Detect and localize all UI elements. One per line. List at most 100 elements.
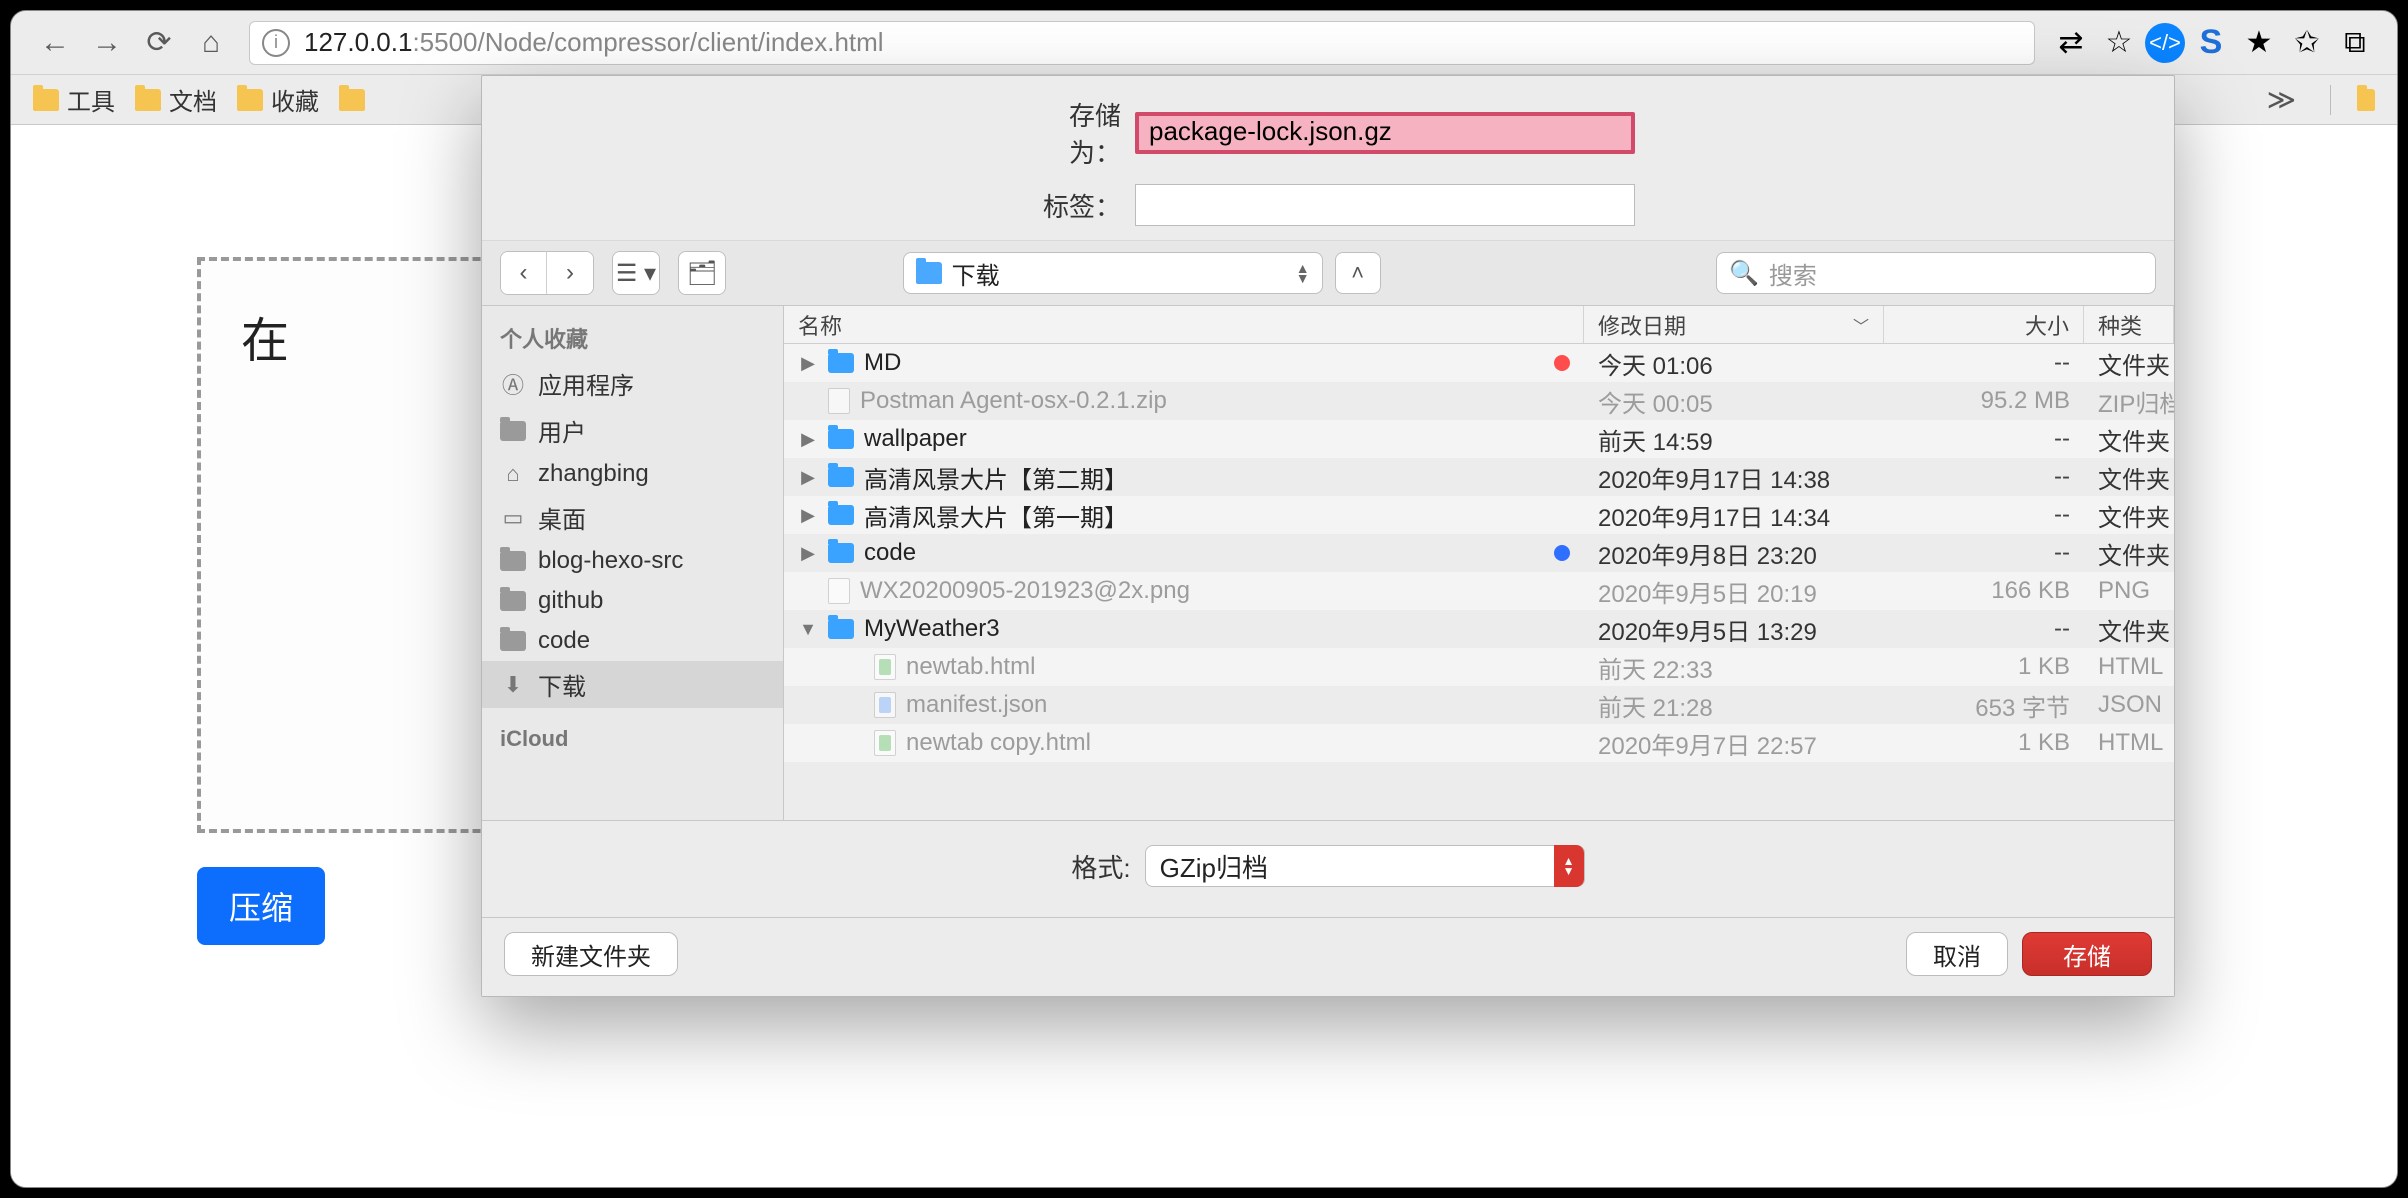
column-kind[interactable]: 种类: [2084, 306, 2174, 343]
sidebar-item[interactable]: blog-hexo-src: [482, 541, 783, 581]
sidebar-item[interactable]: github: [482, 581, 783, 621]
tag-dot-icon: [1554, 545, 1570, 561]
file-name: MyWeather3: [864, 615, 1000, 643]
folder-icon: [828, 429, 854, 449]
bookmarks-overflow-icon[interactable]: ≫: [2267, 83, 2304, 116]
address-bar[interactable]: i 127.0.0.1:5500/Node/compressor/client/…: [249, 21, 2035, 65]
document-icon: [828, 578, 850, 604]
sidebar-item[interactable]: ⬇下载: [482, 661, 783, 708]
file-name: WX20200905-201923@2x.png: [860, 577, 1190, 605]
file-row[interactable]: ▼MyWeather32020年9月5日 13:29--文件夹: [784, 610, 2174, 648]
disclosure-triangle-icon[interactable]: ▶: [798, 505, 818, 526]
folder-icon: [916, 262, 942, 284]
file-row[interactable]: Postman Agent-osx-0.2.1.zip今天 00:0595.2 …: [784, 382, 2174, 420]
tag-dot-icon: [1554, 355, 1570, 371]
file-date: 2020年9月5日 13:29: [1584, 612, 1884, 647]
file-row[interactable]: manifest.json前天 21:28653 字节JSON: [784, 686, 2174, 724]
url-text: 127.0.0.1:5500/Node/compressor/client/in…: [304, 27, 884, 58]
file-row[interactable]: WX20200905-201923@2x.png2020年9月5日 20:191…: [784, 572, 2174, 610]
location-select[interactable]: 下载 ▲▼: [903, 252, 1323, 294]
save-as-input[interactable]: package-lock.json.gz: [1135, 112, 1635, 154]
file-date: 前天 14:59: [1584, 422, 1884, 457]
search-input[interactable]: 🔍 搜索: [1716, 252, 2156, 294]
bookmark-folder[interactable]: 工具: [33, 82, 115, 117]
collapse-button[interactable]: ˄: [1335, 252, 1381, 294]
extension-star-icon[interactable]: ★: [2237, 21, 2281, 65]
new-folder-button[interactable]: 新建文件夹: [504, 932, 678, 976]
group-button[interactable]: 🗂: [678, 251, 726, 295]
disclosure-triangle-icon[interactable]: ▶: [798, 353, 818, 374]
sidebar-item[interactable]: 用户: [482, 407, 783, 454]
compress-button[interactable]: 压缩: [197, 867, 325, 945]
reload-button[interactable]: ⟳: [135, 19, 183, 67]
sidebar-item[interactable]: ▭桌面: [482, 494, 783, 541]
view-list-icon[interactable]: ☰ ▾: [613, 252, 659, 294]
view-mode-picker[interactable]: ☰ ▾: [612, 251, 660, 295]
dialog-buttons: 新建文件夹 取消 存储: [482, 918, 2174, 996]
document-icon: [874, 692, 896, 718]
disclosure-triangle-icon[interactable]: ▶: [798, 467, 818, 488]
folder-icon: [500, 551, 526, 571]
devtools-extension-icon[interactable]: </>: [2145, 23, 2185, 63]
extension-s-icon[interactable]: S: [2189, 21, 2233, 65]
save-button[interactable]: 存储: [2022, 932, 2152, 976]
site-info-icon[interactable]: i: [262, 29, 290, 57]
translate-icon[interactable]: ⇄: [2049, 21, 2093, 65]
column-size[interactable]: 大小: [1884, 306, 2084, 343]
overflow-icon[interactable]: ⧉: [2333, 21, 2377, 65]
file-list[interactable]: ▶MD今天 01:06--文件夹Postman Agent-osx-0.2.1.…: [784, 344, 2174, 820]
file-size: --: [1884, 501, 2084, 529]
file-row[interactable]: ▶高清风景大片【第二期】2020年9月17日 14:38--文件夹: [784, 458, 2174, 496]
folder-icon: [828, 505, 854, 525]
file-size: --: [1884, 463, 2084, 491]
folder-icon: [828, 619, 854, 639]
folder-icon: [500, 591, 526, 611]
nav-back-forward: ‹ ›: [500, 251, 594, 295]
group-icon[interactable]: 🗂: [679, 252, 725, 294]
column-name[interactable]: 名称: [784, 306, 1584, 343]
sidebar: 个人收藏 Ⓐ应用程序用户⌂zhangbing▭桌面blog-hexo-srcgi…: [482, 306, 784, 820]
file-row[interactable]: ▶code2020年9月8日 23:20--文件夹: [784, 534, 2174, 572]
sidebar-item[interactable]: ⌂zhangbing: [482, 454, 783, 494]
file-row[interactable]: ▶高清风景大片【第一期】2020年9月17日 14:34--文件夹: [784, 496, 2174, 534]
file-date: 2020年9月8日 23:20: [1584, 536, 1884, 571]
file-name: wallpaper: [864, 425, 967, 453]
folder-icon: [828, 543, 854, 563]
nav-forward-button[interactable]: ›: [547, 252, 593, 294]
format-row: 格式: GZip归档 ▲▼: [482, 820, 2174, 918]
file-row[interactable]: ▶MD今天 01:06--文件夹: [784, 344, 2174, 382]
apps-icon: Ⓐ: [500, 373, 526, 395]
file-kind: 文件夹: [2084, 346, 2174, 381]
cancel-button[interactable]: 取消: [1906, 932, 2008, 976]
folder-icon[interactable]: [2357, 89, 2375, 111]
file-date: 今天 01:06: [1584, 346, 1884, 381]
file-size: --: [1884, 615, 2084, 643]
forward-button[interactable]: →: [83, 19, 131, 67]
nav-back-button[interactable]: ‹: [501, 252, 547, 294]
disclosure-triangle-icon[interactable]: ▶: [798, 429, 818, 450]
sidebar-item[interactable]: code: [482, 621, 783, 661]
sidebar-item[interactable]: Ⓐ应用程序: [482, 360, 783, 407]
file-size: --: [1884, 425, 2084, 453]
tags-input[interactable]: [1135, 184, 1635, 226]
file-size: 166 KB: [1884, 577, 2084, 605]
extension-starbox-icon[interactable]: ✩: [2285, 21, 2329, 65]
back-button[interactable]: ←: [31, 19, 79, 67]
bookmark-star-icon[interactable]: ☆: [2097, 21, 2141, 65]
file-row[interactable]: ▶wallpaper前天 14:59--文件夹: [784, 420, 2174, 458]
file-row[interactable]: newtab copy.html2020年9月7日 22:571 KBHTML: [784, 724, 2174, 762]
format-select[interactable]: GZip归档 ▲▼: [1145, 845, 1585, 887]
file-row[interactable]: newtab.html前天 22:331 KBHTML: [784, 648, 2174, 686]
disclosure-triangle-icon[interactable]: ▼: [798, 619, 818, 640]
file-size: --: [1884, 349, 2084, 377]
bookmark-folder[interactable]: [339, 89, 365, 111]
disclosure-triangle-icon[interactable]: ▶: [798, 543, 818, 564]
location-picker: 下载 ▲▼ ˄: [903, 252, 1381, 294]
column-date[interactable]: 修改日期﹀: [1584, 306, 1884, 343]
bookmark-folder[interactable]: 文档: [135, 82, 217, 117]
bookmark-folder[interactable]: 收藏: [237, 82, 319, 117]
home-button[interactable]: ⌂: [187, 19, 235, 67]
format-label: 格式:: [1071, 848, 1130, 885]
sidebar-item-label: code: [538, 627, 590, 655]
search-placeholder: 搜索: [1769, 256, 1817, 291]
